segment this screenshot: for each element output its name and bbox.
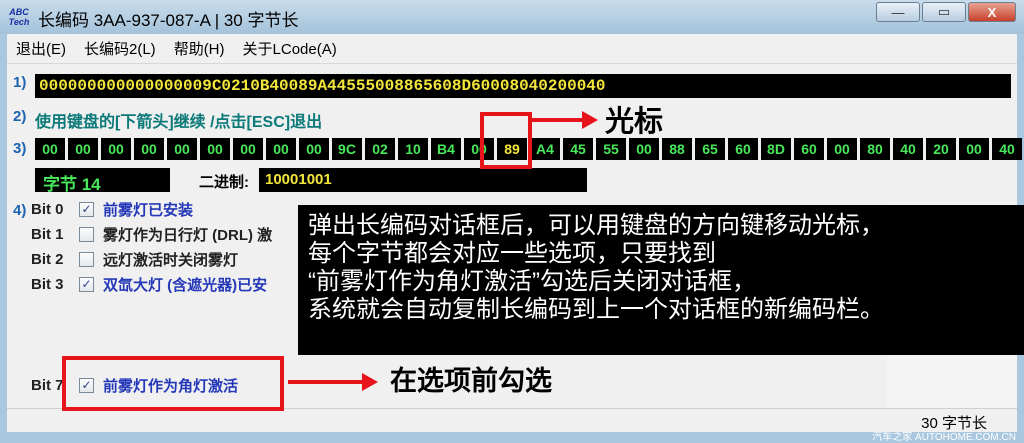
binary-value: 10001001 <box>259 168 587 192</box>
bit-option-text: 远灯激活时关闭雾灯 <box>103 252 239 269</box>
byte-cell[interactable]: 00 <box>134 138 164 160</box>
byte-cell[interactable]: 88 <box>662 138 692 160</box>
byte-cell[interactable]: 45 <box>563 138 593 160</box>
bit-label: Bit 2 <box>31 251 64 268</box>
callout-line: 系统就会自动复制长编码到上一个对话框的新编码栏。 <box>308 296 884 323</box>
binary-label: 二进制: <box>199 174 249 191</box>
bit-checkbox[interactable] <box>79 227 94 242</box>
bit-option-row: Bit 3 ✓ 双氙大灯 (含遮光器)已安 <box>31 274 267 295</box>
app-logo: ABC Tech <box>8 7 30 27</box>
bit-option-text: 双氙大灯 (含遮光器)已安 <box>103 277 268 294</box>
byte-cell[interactable]: 00 <box>266 138 296 160</box>
bit-checkbox[interactable]: ✓ <box>79 202 94 217</box>
byte-cell[interactable]: 65 <box>695 138 725 160</box>
status-bar: 30 字节长 <box>7 408 1017 432</box>
maximize-button[interactable]: ▭ <box>922 2 966 22</box>
byte-cell[interactable]: 9C <box>332 138 362 160</box>
byte-cell[interactable]: 20 <box>926 138 956 160</box>
byte-cell[interactable]: 8D <box>761 138 791 160</box>
callout-line: 每个字节都会对应一些选项，只要找到 <box>308 240 716 267</box>
checkbox-arrow <box>288 373 378 391</box>
byte-cell[interactable]: 02 <box>365 138 395 160</box>
byte-cell[interactable]: A4 <box>530 138 560 160</box>
cursor-label: 光标 <box>605 106 664 138</box>
bit-option-row: Bit 2 远灯激活时关闭雾灯 <box>31 249 238 270</box>
window-title: 长编码 3AA-937-087-A | 30 字节长 <box>38 11 299 30</box>
byte-index-label: 字节 14 <box>35 168 170 194</box>
byte-cell[interactable]: 00 <box>101 138 131 160</box>
menu-long-code-2[interactable]: 长编码2(L) <box>75 38 165 59</box>
byte-cell[interactable]: 00 <box>68 138 98 160</box>
minimize-button[interactable]: — <box>876 2 920 22</box>
callout-line: “前雾灯作为角灯激活”勾选后关闭对话框， <box>308 268 756 295</box>
byte-cell[interactable]: 10 <box>398 138 428 160</box>
cursor-highlight-box <box>480 112 532 169</box>
section-4-number: 4) <box>13 202 27 219</box>
section-3-number: 3) <box>13 140 27 157</box>
menu-bar: 退出(E) 长编码2(L) 帮助(H) 关于LCode(A) <box>7 34 1017 64</box>
menu-help[interactable]: 帮助(H) <box>165 38 234 59</box>
window-controls: — ▭ X <box>876 2 1016 22</box>
byte-cell[interactable]: 00 <box>827 138 857 160</box>
checkbox-highlight-box <box>62 356 284 411</box>
byte-cell[interactable]: 55 <box>596 138 626 160</box>
bit-checkbox[interactable] <box>79 252 94 267</box>
byte-cell[interactable]: 80 <box>860 138 890 160</box>
byte-cell[interactable]: B4 <box>431 138 461 160</box>
bit-label: Bit 1 <box>31 226 64 243</box>
callout-line: 弹出长编码对话框后，可以用键盘的方向键移动光标， <box>308 212 884 239</box>
section-1-number: 1) <box>13 74 27 91</box>
byte-cell[interactable]: 00 <box>35 138 65 160</box>
byte-cell[interactable]: 00 <box>299 138 329 160</box>
byte-cell[interactable]: 00 <box>629 138 659 160</box>
bit-option-text: 雾灯作为日行灯 (DRL) 激 <box>103 227 273 244</box>
menu-about[interactable]: 关于LCode(A) <box>234 38 346 59</box>
check-label: 在选项前勾选 <box>390 366 552 396</box>
byte-cell[interactable]: 00 <box>167 138 197 160</box>
title-bar[interactable]: ABC Tech 长编码 3AA-937-087-A | 30 字节长 — ▭ … <box>0 0 1024 34</box>
bit-option-row: Bit 0 ✓ 前雾灯已安装 <box>31 199 193 220</box>
byte-cell[interactable]: 40 <box>893 138 923 160</box>
cursor-arrow <box>532 111 598 129</box>
byte-cell[interactable]: 60 <box>728 138 758 160</box>
bit-label: Bit 0 <box>31 201 64 218</box>
bit-label: Bit 3 <box>31 276 64 293</box>
instruction-text: 使用键盘的[下箭头]继续 /点击[ESC]退出 <box>35 114 323 131</box>
callout-box: 弹出长编码对话框后，可以用键盘的方向键移动光标， 每个字节都会对应一些选项，只要… <box>298 205 1024 355</box>
byte-cell[interactable]: 00 <box>233 138 263 160</box>
bit-option-row: Bit 1 雾灯作为日行灯 (DRL) 激 <box>31 224 272 245</box>
menu-exit[interactable]: 退出(E) <box>7 38 75 59</box>
bit-checkbox[interactable]: ✓ <box>79 277 94 292</box>
byte-cell[interactable]: 60 <box>794 138 824 160</box>
close-button[interactable]: X <box>968 2 1016 22</box>
long-code-field[interactable]: 000000000000000009C0210B40089A4455500886… <box>35 74 1011 98</box>
byte-cell[interactable]: 00 <box>959 138 989 160</box>
section-2-number: 2) <box>13 108 27 125</box>
watermark: 汽车之家 AUTOHOME.COM.CN <box>872 432 1016 443</box>
byte-cell[interactable]: 00 <box>200 138 230 160</box>
byte-cell[interactable]: 40 <box>992 138 1022 160</box>
bit-option-text: 前雾灯已安装 <box>103 202 194 219</box>
